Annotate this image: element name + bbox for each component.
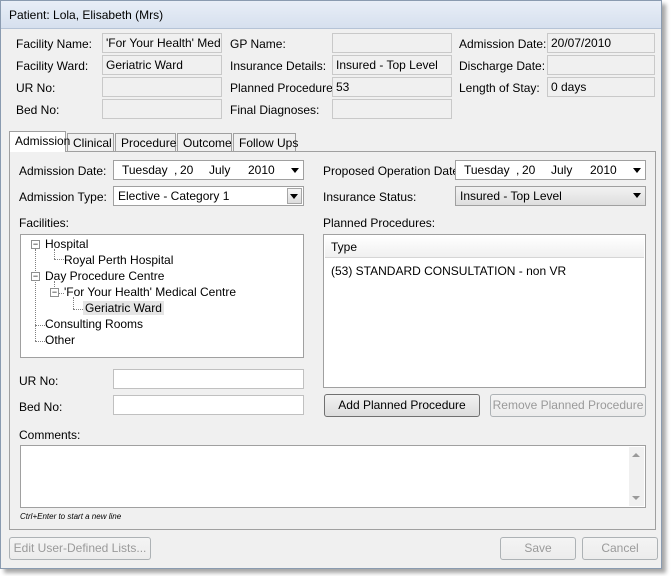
facility-ward-label: Facility Ward: <box>16 59 89 73</box>
bed-no-label: Bed No: <box>16 103 60 117</box>
discharge-date-label: Discharge Date: <box>459 59 546 73</box>
tab-admission[interactable]: Admission <box>9 131 70 152</box>
title-bar: Patient: Lola, Elisabeth (Mrs) <box>1 1 661 29</box>
planned-procedures-list[interactable]: Type (53) STANDARD CONSULTATION - non VR <box>323 234 646 388</box>
tree-line <box>35 325 45 326</box>
length-of-stay-label: Length of Stay: <box>459 81 540 95</box>
bed-no-input-label: Bed No: <box>19 400 63 414</box>
tree-node-royal-perth[interactable]: Royal Perth Hospital <box>64 253 173 267</box>
admission-sep: , <box>174 163 178 177</box>
comments-label: Comments: <box>19 428 81 442</box>
admission-panel: Admission Date: Tuesday , 20 July 2010 A… <box>9 151 656 530</box>
comments-textarea[interactable] <box>20 445 646 508</box>
save-button[interactable]: Save <box>500 537 576 560</box>
insurance-details-label: Insurance Details: <box>230 59 327 73</box>
collapse-icon[interactable]: − <box>31 272 40 281</box>
chevron-down-icon[interactable] <box>291 168 299 173</box>
comments-scrollbar[interactable] <box>629 447 644 506</box>
proposed-month: July <box>551 163 573 177</box>
cancel-button[interactable]: Cancel <box>582 537 658 560</box>
insurance-status-dropdown-button[interactable] <box>629 188 644 204</box>
planned-procedures-field: 53 <box>332 77 452 97</box>
proposed-weekday: Tuesday <box>464 163 510 177</box>
planned-procedures-list-label: Planned Procedures: <box>323 216 436 230</box>
ur-no-label: UR No: <box>16 81 56 95</box>
insurance-details-field: Insured - Top Level <box>332 55 452 75</box>
admission-year: 2010 <box>248 163 275 177</box>
tab-procedures[interactable]: Procedures <box>115 133 182 151</box>
add-planned-procedure-button[interactable]: Add Planned Procedure <box>324 394 480 417</box>
collapse-icon[interactable]: − <box>50 288 59 297</box>
tree-node-geriatric-ward[interactable]: Geriatric Ward <box>83 301 164 315</box>
proposed-day: 20 <box>522 163 536 177</box>
bed-no-input[interactable] <box>113 395 304 415</box>
chevron-down-icon <box>290 194 298 199</box>
facility-name-label: Facility Name: <box>16 37 93 51</box>
tree-line <box>35 341 45 342</box>
facility-name-field: 'For Your Health' Medical Centre <box>102 33 222 53</box>
insurance-status-value: Insured - Top Level <box>460 189 562 203</box>
admission-date-picker-label: Admission Date: <box>19 164 107 178</box>
admission-month: July <box>209 163 231 177</box>
bed-no-field <box>102 99 222 119</box>
admission-day: 20 <box>180 163 194 177</box>
tree-line <box>54 259 64 260</box>
admission-date-label: Admission Date: <box>459 37 547 51</box>
ur-no-field <box>102 77 222 97</box>
remove-planned-procedure-button[interactable]: Remove Planned Procedure <box>490 394 646 417</box>
proposed-year: 2010 <box>590 163 617 177</box>
ur-no-input[interactable] <box>113 369 304 389</box>
admission-type-dropdown-button[interactable] <box>287 188 302 204</box>
tree-node-consulting-rooms[interactable]: Consulting Rooms <box>45 317 143 331</box>
gp-name-field <box>332 33 452 53</box>
scroll-up-icon[interactable] <box>632 453 640 457</box>
gp-name-label: GP Name: <box>230 37 286 51</box>
tree-node-other[interactable]: Other <box>45 333 75 347</box>
ur-no-input-label: UR No: <box>19 374 59 388</box>
insurance-status-label: Insurance Status: <box>323 190 417 204</box>
tree-line <box>73 309 83 310</box>
patient-dialog: Patient: Lola, Elisabeth (Mrs) Facility … <box>0 0 662 569</box>
length-of-stay-field: 0 days <box>547 77 655 97</box>
chevron-down-icon[interactable] <box>633 168 641 173</box>
facility-ward-field: Geriatric Ward <box>102 55 222 75</box>
insurance-status-select[interactable]: Insured - Top Level <box>455 186 646 206</box>
final-diagnoses-label: Final Diagnoses: <box>230 103 320 117</box>
tab-clinical[interactable]: Clinical <box>67 133 114 151</box>
admission-type-select[interactable]: Elective - Category 1 <box>113 186 304 206</box>
facilities-tree[interactable]: − Hospital Royal Perth Hospital − Day Pr… <box>20 234 304 358</box>
admission-date-field: 20/07/2010 <box>547 33 655 53</box>
proposed-sep: , <box>516 163 520 177</box>
planned-procedures-label: Planned Procedures: <box>230 81 343 95</box>
scroll-down-icon[interactable] <box>632 496 640 500</box>
tree-line <box>35 249 36 341</box>
edit-user-defined-lists-button[interactable]: Edit User-Defined Lists... <box>9 537 151 560</box>
list-item[interactable]: (53) STANDARD CONSULTATION - non VR <box>331 264 566 278</box>
final-diagnoses-field <box>332 99 452 119</box>
facilities-label: Facilities: <box>19 216 70 230</box>
chevron-down-icon <box>633 193 641 198</box>
proposed-op-date-picker[interactable]: Tuesday , 20 July 2010 <box>455 160 646 180</box>
tree-node-for-your-health[interactable]: 'For Your Health' Medical Centre <box>64 285 236 299</box>
discharge-date-field <box>547 55 655 75</box>
admission-weekday: Tuesday <box>122 163 168 177</box>
tree-node-day-procedure[interactable]: Day Procedure Centre <box>45 269 164 283</box>
window-title: Patient: Lola, Elisabeth (Mrs) <box>9 8 164 22</box>
tree-node-hospital[interactable]: Hospital <box>45 237 88 251</box>
column-header-type[interactable]: Type <box>325 236 644 258</box>
admission-date-picker[interactable]: Tuesday , 20 July 2010 <box>113 160 304 180</box>
tab-follow-ups[interactable]: Follow Ups <box>233 133 298 151</box>
comments-hint: Ctrl+Enter to start a new line <box>20 512 122 521</box>
collapse-icon[interactable]: − <box>31 240 40 249</box>
tab-outcome[interactable]: Outcome <box>177 133 232 151</box>
proposed-op-date-label: Proposed Operation Date: <box>323 164 463 178</box>
admission-type-value: Elective - Category 1 <box>118 189 230 203</box>
admission-type-label: Admission Type: <box>19 190 107 204</box>
